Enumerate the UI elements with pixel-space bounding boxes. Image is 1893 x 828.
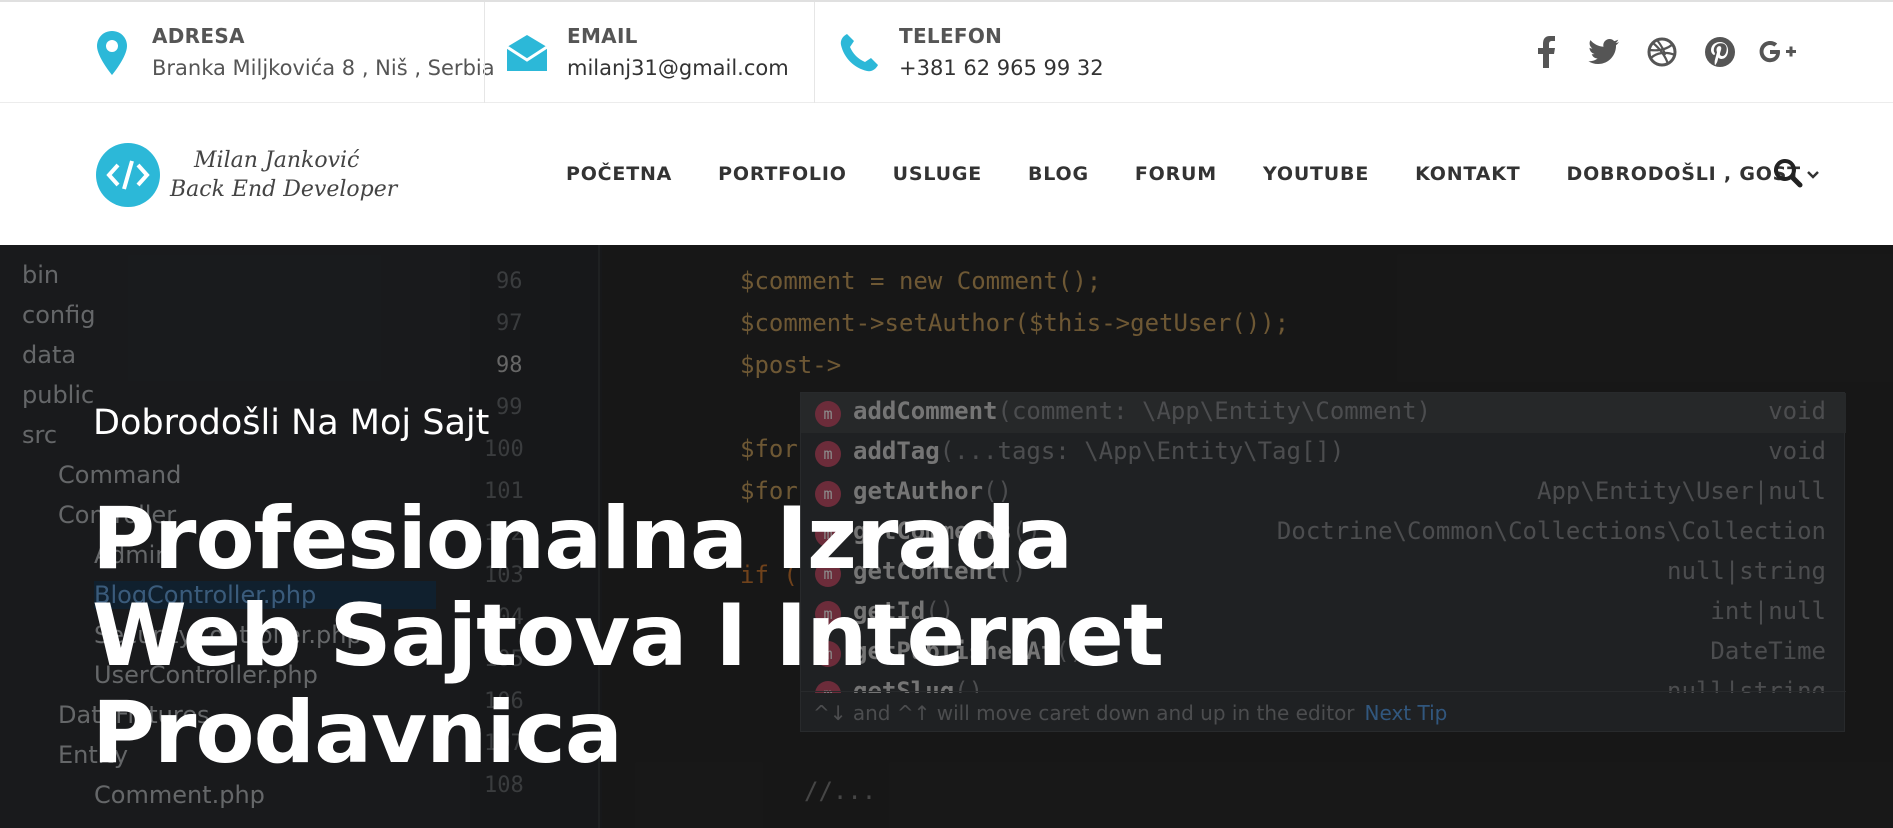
nav-item-blog[interactable]: BLOG — [1028, 163, 1089, 185]
divider — [484, 2, 485, 103]
hero-title: Profesionalna Izrada Web Sajtova I Inter… — [92, 491, 1192, 782]
envelope-icon — [503, 25, 551, 81]
email-link[interactable]: milanj31@gmail.com — [567, 51, 789, 85]
twitter-icon[interactable] — [1575, 30, 1633, 74]
hero-title-line: Web Sajtova I Internet — [92, 586, 1164, 686]
hero-subtitle: Dobrodošli Na Moj Sajt — [93, 403, 490, 443]
address-block: ADRESA Branka Miljkovića 8 , Niš , Serbi… — [88, 2, 495, 103]
hero-title-line: Profesionalna Izrada — [92, 489, 1073, 589]
divider — [814, 2, 815, 103]
phone-label: TELEFON — [899, 23, 1003, 48]
facebook-icon[interactable] — [1517, 30, 1575, 74]
email-label: EMAIL — [567, 23, 638, 48]
nav-item-youtube[interactable]: YOUTUBE — [1263, 163, 1369, 185]
map-pin-icon — [88, 25, 136, 81]
phone-link[interactable]: +381 62 965 99 32 — [899, 51, 1104, 85]
pinterest-icon[interactable] — [1691, 30, 1749, 74]
user-menu-label: DOBRODOŠLI , GOST — [1566, 163, 1801, 185]
logo-tagline: Back End Developer — [170, 177, 398, 202]
hero-section: bin config data public src Command Contr… — [0, 245, 1893, 828]
search-icon[interactable] — [1773, 158, 1807, 192]
main-navbar: Milan Janković Back End Developer POČETN… — [0, 103, 1893, 245]
code-icon — [96, 143, 160, 207]
social-links — [1517, 30, 1807, 74]
logo-text: Milan Janković Back End Developer — [170, 146, 397, 204]
nav-item-pocetna[interactable]: POČETNA — [566, 163, 672, 185]
google-plus-icon[interactable] — [1749, 30, 1807, 74]
top-info-bar: ADRESA Branka Miljkovića 8 , Niš , Serbi… — [0, 0, 1893, 103]
address-value: Branka Miljkovića 8 , Niš , Serbia — [152, 55, 495, 80]
hero-title-line: Prodavnica — [92, 683, 623, 783]
main-menu: POČETNA PORTFOLIO USLUGE BLOG FORUM YOUT… — [566, 103, 1865, 245]
site-logo[interactable]: Milan Janković Back End Developer — [96, 143, 397, 207]
nav-item-forum[interactable]: FORUM — [1135, 163, 1217, 185]
address-label: ADRESA — [152, 23, 245, 48]
phone-block: TELEFON +381 62 965 99 32 — [835, 2, 1104, 103]
dribbble-icon[interactable] — [1633, 30, 1691, 74]
logo-name: Milan Janković — [194, 148, 360, 173]
nav-item-usluge[interactable]: USLUGE — [893, 163, 982, 185]
nav-item-portfolio[interactable]: PORTFOLIO — [718, 163, 846, 185]
nav-item-kontakt[interactable]: KONTAKT — [1415, 163, 1520, 185]
phone-icon — [835, 25, 883, 81]
email-block: EMAIL milanj31@gmail.com — [503, 2, 789, 103]
chevron-down-icon — [1807, 163, 1819, 185]
